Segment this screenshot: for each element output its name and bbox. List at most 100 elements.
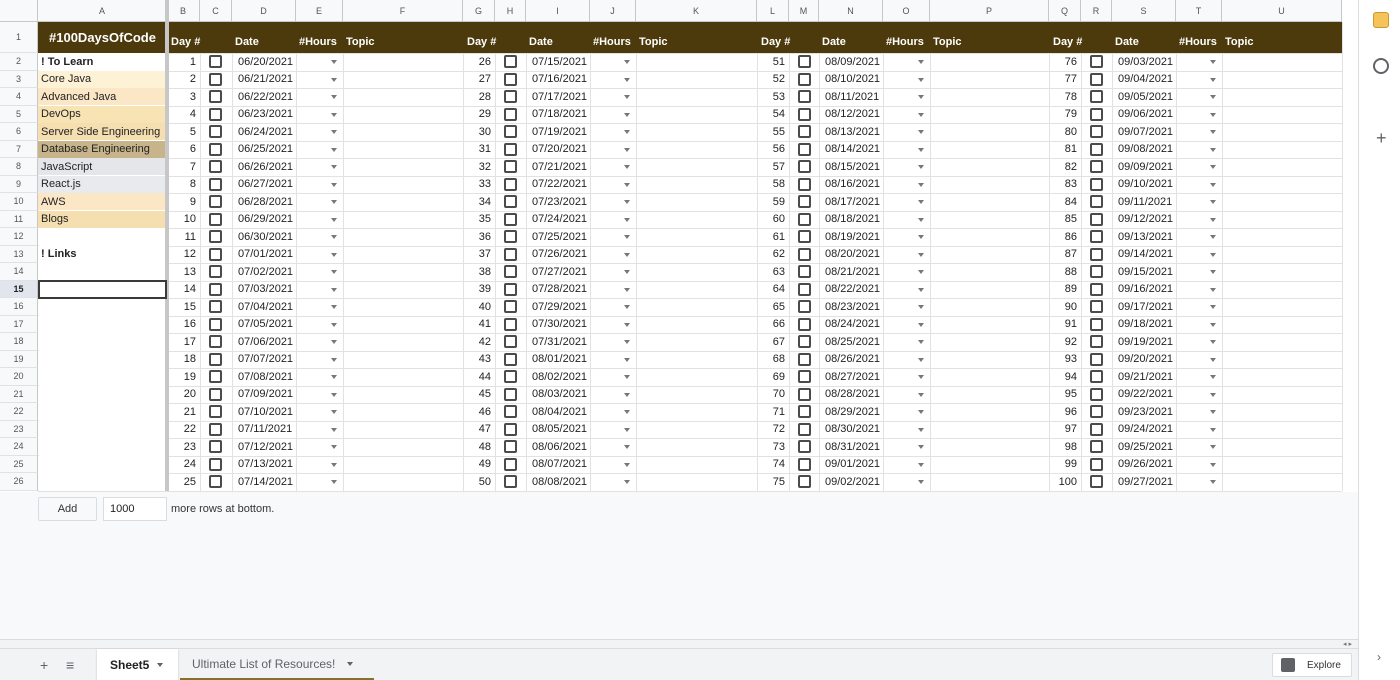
completion-checkbox[interactable] [209, 317, 222, 331]
date-cell[interactable]: 06/23/2021 [235, 106, 296, 123]
completion-checkbox[interactable] [1090, 440, 1103, 453]
date-cell[interactable]: 07/08/2021 [235, 368, 296, 385]
row-header-18[interactable]: 18 [0, 333, 38, 351]
date-cell[interactable]: 09/23/2021 [1115, 403, 1176, 420]
completion-checkbox[interactable] [798, 177, 811, 191]
day-number-cell[interactable]: 88 [1049, 263, 1081, 280]
day-number-cell[interactable]: 46 [463, 403, 495, 420]
completion-checkbox[interactable] [504, 440, 517, 453]
hours-dropdown-icon[interactable] [624, 445, 630, 449]
completion-checkbox[interactable] [798, 107, 811, 121]
completion-checkbox[interactable] [798, 90, 811, 103]
completion-checkbox[interactable] [504, 72, 517, 86]
hours-dropdown-icon[interactable] [624, 357, 630, 362]
hours-dropdown-icon[interactable] [918, 305, 924, 309]
completion-checkbox[interactable] [798, 387, 811, 401]
day-number-cell[interactable]: 57 [757, 158, 789, 175]
row-header-21[interactable]: 21 [0, 385, 38, 403]
hours-dropdown-icon[interactable] [1210, 357, 1216, 362]
day-number-cell[interactable]: 64 [757, 281, 789, 298]
date-cell[interactable]: 08/22/2021 [822, 281, 883, 298]
hours-dropdown-icon[interactable] [331, 270, 337, 274]
day-number-cell[interactable]: 81 [1049, 141, 1081, 158]
day-number-cell[interactable]: 5 [167, 123, 200, 140]
hours-dropdown-icon[interactable] [624, 77, 630, 82]
hours-dropdown-icon[interactable] [624, 130, 630, 134]
row-header-2[interactable]: 2 [0, 53, 38, 71]
date-cell[interactable]: 09/26/2021 [1115, 456, 1176, 473]
hours-dropdown-icon[interactable] [331, 357, 337, 362]
hours-dropdown-icon[interactable] [918, 77, 924, 82]
hours-dropdown-icon[interactable] [1210, 445, 1216, 449]
date-cell[interactable]: 09/11/2021 [1115, 193, 1176, 210]
column-header-u[interactable]: U [1222, 0, 1342, 22]
date-cell[interactable]: 08/23/2021 [822, 298, 883, 315]
date-cell[interactable]: 09/17/2021 [1115, 298, 1176, 315]
completion-checkbox[interactable] [504, 265, 517, 278]
completion-checkbox[interactable] [1090, 475, 1103, 488]
hours-dropdown-icon[interactable] [331, 165, 337, 169]
date-cell[interactable]: 06/21/2021 [235, 71, 296, 88]
day-number-cell[interactable]: 75 [757, 473, 789, 490]
day-number-cell[interactable]: 17 [167, 333, 200, 350]
day-number-cell[interactable]: 90 [1049, 298, 1081, 315]
date-cell[interactable]: 08/04/2021 [529, 403, 590, 420]
hours-dropdown-icon[interactable] [1210, 392, 1216, 397]
day-number-cell[interactable]: 48 [463, 438, 495, 455]
row-header-25[interactable]: 25 [0, 455, 38, 473]
date-cell[interactable]: 08/01/2021 [529, 351, 590, 368]
date-cell[interactable]: 08/16/2021 [822, 176, 883, 193]
date-cell[interactable]: 08/06/2021 [529, 438, 590, 455]
completion-checkbox[interactable] [209, 195, 222, 208]
day-number-cell[interactable]: 3 [167, 88, 200, 105]
completion-checkbox[interactable] [209, 352, 222, 366]
column-header-t[interactable]: T [1176, 0, 1222, 22]
day-number-cell[interactable]: 94 [1049, 368, 1081, 385]
completion-checkbox[interactable] [798, 247, 811, 261]
hours-dropdown-icon[interactable] [918, 392, 924, 397]
day-number-cell[interactable]: 18 [167, 351, 200, 368]
hours-dropdown-icon[interactable] [331, 375, 337, 379]
date-cell[interactable]: 08/24/2021 [822, 316, 883, 333]
resource-cell[interactable] [38, 315, 167, 333]
date-cell[interactable]: 07/02/2021 [235, 263, 296, 280]
hours-dropdown-icon[interactable] [624, 182, 630, 187]
hours-dropdown-icon[interactable] [918, 60, 924, 64]
day-number-cell[interactable]: 53 [757, 88, 789, 105]
date-cell[interactable]: 07/07/2021 [235, 351, 296, 368]
completion-checkbox[interactable] [504, 142, 517, 156]
date-cell[interactable]: 06/22/2021 [235, 88, 296, 105]
completion-checkbox[interactable] [1090, 142, 1103, 156]
date-cell[interactable]: 09/04/2021 [1115, 71, 1176, 88]
completion-checkbox[interactable] [1090, 125, 1103, 138]
completion-checkbox[interactable] [209, 282, 222, 296]
hours-dropdown-icon[interactable] [624, 305, 630, 309]
date-cell[interactable]: 09/20/2021 [1115, 351, 1176, 368]
row-header-16[interactable]: 16 [0, 298, 38, 316]
completion-checkbox[interactable] [798, 55, 811, 68]
column-header-g[interactable]: G [463, 0, 495, 22]
hours-dropdown-icon[interactable] [624, 252, 630, 257]
hours-dropdown-icon[interactable] [624, 147, 630, 152]
day-number-cell[interactable]: 95 [1049, 386, 1081, 403]
date-cell[interactable]: 08/10/2021 [822, 71, 883, 88]
hours-dropdown-icon[interactable] [918, 480, 924, 484]
horizontal-scrollbar[interactable]: ◂ ▸ [0, 639, 1358, 648]
completion-checkbox[interactable] [504, 230, 517, 243]
date-cell[interactable]: 09/13/2021 [1115, 228, 1176, 245]
date-cell[interactable]: 07/01/2021 [235, 246, 296, 263]
completion-checkbox[interactable] [798, 300, 811, 313]
resource-cell[interactable]: React.js [38, 175, 167, 193]
day-number-cell[interactable]: 70 [757, 386, 789, 403]
completion-checkbox[interactable] [209, 247, 222, 261]
date-cell[interactable]: 07/15/2021 [529, 53, 590, 70]
day-number-cell[interactable]: 96 [1049, 403, 1081, 420]
completion-checkbox[interactable] [1090, 352, 1103, 366]
column-header-h[interactable]: H [495, 0, 526, 22]
add-addon-icon[interactable]: + [1376, 128, 1387, 149]
sheet-title-cell[interactable]: #100DaysOfCode [38, 22, 167, 53]
completion-checkbox[interactable] [798, 457, 811, 471]
day-number-cell[interactable]: 63 [757, 263, 789, 280]
completion-checkbox[interactable] [504, 475, 517, 488]
day-number-cell[interactable]: 1 [167, 53, 200, 70]
